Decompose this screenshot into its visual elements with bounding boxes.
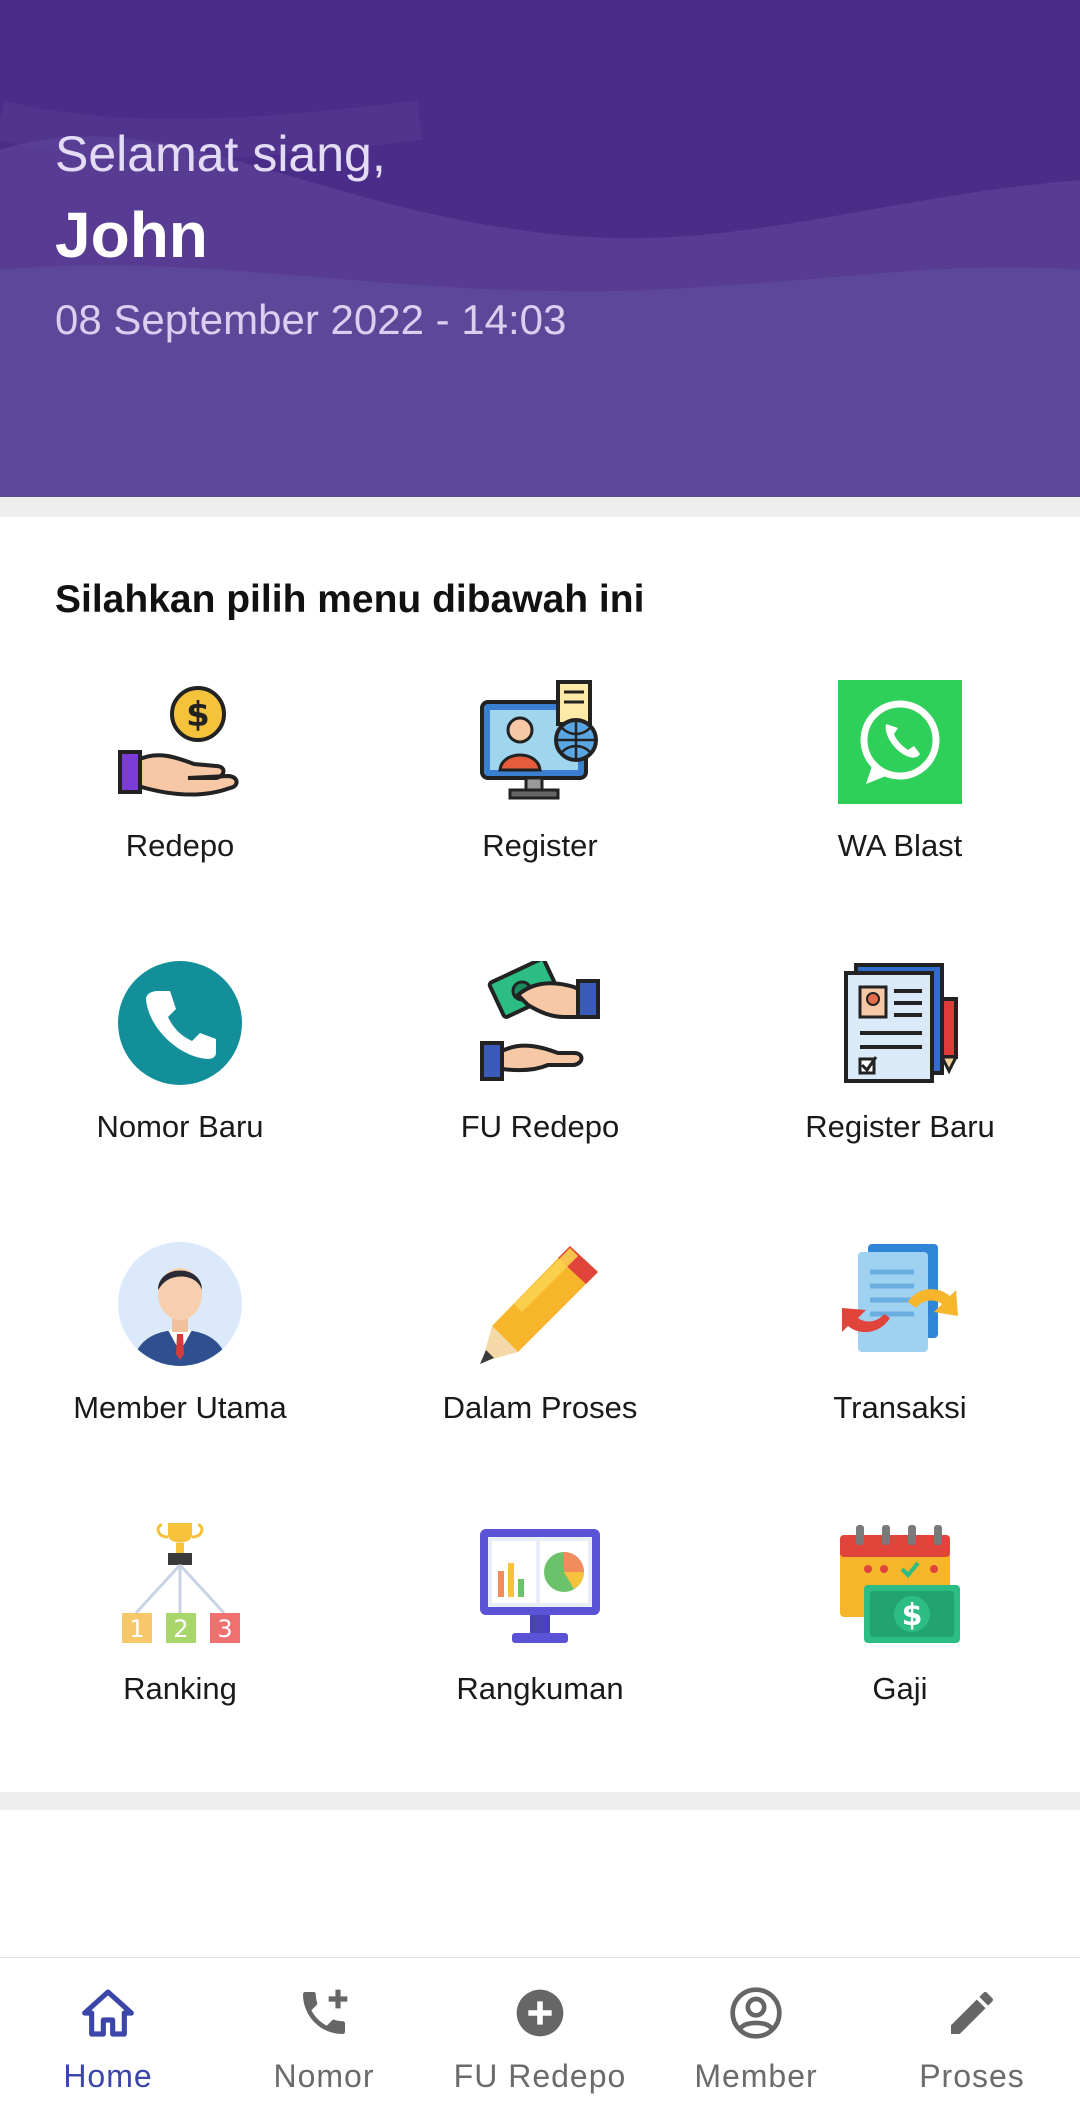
menu-label: Dalam Proses	[442, 1390, 638, 1425]
date-time: 08 September 2022 - 14:03	[55, 296, 567, 343]
menu-label: Gaji	[872, 1671, 928, 1706]
menu-item-register-baru[interactable]: Register Baru	[720, 961, 1080, 1191]
section-divider	[0, 1792, 1080, 1810]
menu-section-title: Silahkan pilih menu dibawah ini	[55, 578, 645, 621]
menu-item-fu-redepo[interactable]: FU Redepo	[360, 961, 720, 1191]
svg-text:2: 2	[173, 1615, 188, 1643]
trophy-podium-icon: 1 2 3	[122, 1523, 240, 1643]
calendar-salary-icon: $	[840, 1525, 960, 1643]
menu-item-gaji[interactable]: $ Gaji	[720, 1523, 1080, 1753]
nav-member[interactable]: Member	[648, 1958, 864, 2112]
nav-label: Member	[694, 2058, 818, 2094]
nav-label: Home	[63, 2058, 153, 2094]
user-name: John	[55, 199, 208, 271]
svg-text:$: $	[186, 695, 210, 735]
monitor-globe-icon	[480, 680, 598, 800]
menu-item-register[interactable]: Register	[360, 680, 720, 910]
svg-text:3: 3	[217, 1615, 232, 1643]
menu-label: Rangkuman	[456, 1671, 624, 1706]
menu-label: Register Baru	[805, 1109, 995, 1144]
menu-item-transaksi[interactable]: Transaksi	[720, 1242, 1080, 1472]
menu-label: Transaksi	[833, 1390, 967, 1425]
pencil-icon	[951, 1992, 993, 2034]
document-transfer-icon	[842, 1244, 958, 1352]
menu-label: Nomor Baru	[96, 1109, 264, 1144]
menu-label: WA Blast	[837, 828, 963, 863]
svg-text:$: $	[902, 1598, 923, 1633]
menu-item-wa-blast[interactable]: WA Blast	[720, 680, 1080, 910]
menu-item-rangkuman[interactable]: Rangkuman	[360, 1523, 720, 1753]
section-divider	[0, 497, 1080, 517]
menu-item-member-utama[interactable]: Member Utama	[0, 1242, 360, 1472]
nav-fu-redepo[interactable]: FU Redepo	[432, 1958, 648, 2112]
nav-label: Nomor	[273, 2058, 375, 2094]
nav-label: Proses	[919, 2058, 1025, 2094]
bottom-navigation: Home Nomor FU Redepo Member Proses	[0, 1957, 1080, 2112]
menu-item-redepo[interactable]: $ Redepo	[0, 680, 360, 910]
menu-label: FU Redepo	[460, 1109, 620, 1144]
menu-label: Member Utama	[73, 1390, 287, 1425]
whatsapp-icon	[838, 680, 962, 804]
registration-form-icon	[844, 963, 959, 1083]
menu-item-ranking[interactable]: 1 2 3 Ranking	[0, 1523, 360, 1753]
menu-label: Redepo	[125, 828, 235, 863]
plus-circle-icon	[516, 1989, 564, 2037]
pencil-icon	[480, 1246, 598, 1364]
analytics-monitor-icon	[480, 1529, 600, 1643]
greeting-text: Selamat siang,	[55, 126, 386, 182]
menu-label: Register	[482, 828, 598, 863]
svg-text:1: 1	[129, 1615, 144, 1643]
nav-home[interactable]: Home	[0, 1958, 216, 2112]
nav-nomor[interactable]: Nomor	[216, 1958, 432, 2112]
phone-icon	[118, 961, 242, 1085]
home-icon	[82, 1989, 134, 2037]
nav-label: FU Redepo	[453, 2058, 627, 2094]
money-hand-icon: $	[118, 686, 239, 797]
account-circle-icon	[730, 1987, 782, 2039]
nav-proses[interactable]: Proses	[864, 1958, 1080, 2112]
menu-item-dalam-proses[interactable]: Dalam Proses	[360, 1242, 720, 1472]
greeting-header: Selamat siang, John 08 September 2022 - …	[0, 0, 1080, 497]
phone-add-icon	[303, 1989, 348, 2034]
cash-exchange-icon	[480, 961, 600, 1081]
menu-label: Ranking	[123, 1671, 237, 1706]
businessman-avatar-icon	[118, 1242, 242, 1366]
menu-item-nomor-baru[interactable]: Nomor Baru	[0, 961, 360, 1191]
